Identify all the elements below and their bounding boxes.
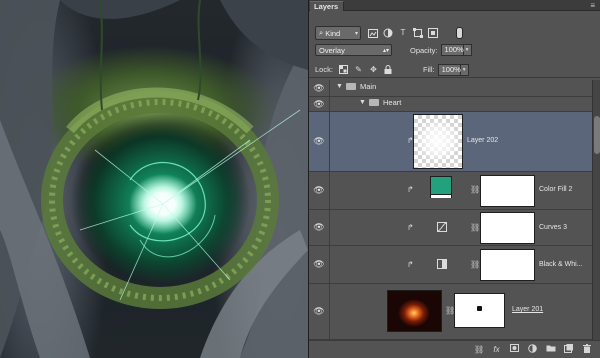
layer-name: Curves 3 [539, 224, 568, 231]
layer-name: Layer 201 [512, 306, 544, 313]
chevron-down-icon: ▴▾ [382, 47, 389, 54]
layer-row-main[interactable]: 👁 ▼ Main [309, 80, 592, 97]
folder-icon [369, 99, 379, 106]
layer-list: 👁 ▼ Main 👁 ▼ Heart 👁 ↱ Layer 202 👁 ↱ ⛓ C… [309, 80, 592, 340]
opacity-label: Opacity: [410, 45, 438, 55]
layer-mask-thumbnail[interactable] [480, 175, 535, 207]
new-layer-icon[interactable] [564, 343, 573, 356]
layer-row-layer-201[interactable]: 👁 ⛓ Layer 201 [309, 284, 592, 340]
layer-mask-thumbnail[interactable] [480, 212, 535, 244]
layer-row-color-fill-2[interactable]: 👁 ↱ ⛓ Color Fill 2 [309, 172, 592, 210]
lock-position-icon[interactable]: ✥ [369, 65, 378, 74]
link-icon[interactable]: ⛓ [470, 223, 480, 232]
layer-row-curves-3[interactable]: 👁 ↱ ⛓ Curves 3 [309, 210, 592, 246]
tab-layers[interactable]: Layers [310, 1, 345, 11]
fill-input[interactable]: 100% [437, 63, 461, 76]
layer-name: Color Fill 2 [539, 186, 573, 193]
scrollbar-thumb[interactable] [594, 116, 600, 154]
eye-icon[interactable]: 👁 [309, 112, 330, 171]
adjustment-icon[interactable] [528, 343, 537, 356]
smart-object-filter-icon[interactable] [428, 28, 438, 38]
opacity-dropdown-icon[interactable]: ▾ [463, 44, 472, 56]
pixel-filter-icon[interactable] [368, 28, 378, 38]
layer-name: Main [360, 82, 377, 91]
layer-name: Heart [383, 98, 402, 107]
lock-image-pixels-icon[interactable]: ✎ [354, 65, 363, 74]
folder-icon [346, 83, 356, 90]
layer-row-layer-202[interactable]: 👁 ↱ Layer 202 [309, 112, 592, 172]
lock-transparent-pixels-icon[interactable] [338, 65, 348, 74]
layer-list-scrollbar[interactable] [592, 80, 600, 340]
layer-name: Layer 202 [467, 137, 499, 144]
eye-icon[interactable]: 👁 [309, 172, 330, 209]
filter-toggle[interactable] [456, 27, 463, 39]
layer-filter-row: ⌕ Kind ▾ T [309, 22, 600, 44]
clipping-arrow-icon: ↱ [407, 185, 414, 194]
fx-icon[interactable]: fx [492, 345, 501, 355]
layers-panel: Layers ≡ ⌕ Kind ▾ T Overlay ▴▾ Opacity: … [308, 0, 600, 358]
mask-icon[interactable] [510, 344, 519, 355]
blend-mode-select[interactable]: Overlay ▴▾ [315, 44, 392, 56]
lock-label: Lock: [315, 65, 333, 74]
link-icon[interactable]: ⛓ [470, 185, 480, 194]
clipping-arrow-icon: ↱ [407, 260, 414, 269]
layers-bottom-toolbar: ⛓ fx [309, 340, 600, 358]
opacity-input[interactable]: 100% [440, 44, 464, 56]
chevron-down-icon: ▾ [354, 30, 358, 37]
layer-name: Black & Whi... [539, 261, 583, 268]
eye-icon[interactable]: 👁 [309, 80, 330, 96]
lock-all-icon[interactable] [384, 65, 393, 74]
blend-row: Overlay ▴▾ Opacity: 100% ▾ [309, 42, 600, 58]
trash-icon[interactable] [582, 343, 591, 356]
layer-mask-thumbnail[interactable] [480, 249, 535, 281]
color-fill-swatch[interactable] [430, 176, 452, 198]
link-icon[interactable]: ⛓ [474, 345, 484, 355]
expand-triangle-icon[interactable]: ▼ [359, 99, 366, 106]
layer-thumbnail[interactable] [413, 114, 463, 169]
eye-icon[interactable]: 👁 [309, 284, 330, 339]
layer-row-heart[interactable]: 👁 ▼ Heart [309, 97, 592, 112]
eye-icon[interactable]: 👁 [309, 246, 330, 283]
lock-row: Lock: ✎ ✥ Fill: 100% ▾ [309, 62, 600, 78]
curves-adjustment-icon[interactable] [437, 222, 447, 232]
fill-label: Fill: [422, 65, 435, 74]
adjustment-filter-icon[interactable] [383, 28, 393, 38]
layer-thumbnail[interactable] [387, 290, 442, 332]
layer-mask-thumbnail[interactable] [454, 293, 505, 328]
layer-row-black-white[interactable]: 👁 ↱ ⛓ Black & Whi... [309, 246, 592, 284]
document-canvas[interactable] [0, 0, 308, 358]
eye-icon[interactable]: 👁 [309, 210, 330, 245]
panel-header: Layers ≡ [309, 0, 600, 11]
search-icon: ⌕ [319, 28, 324, 37]
blend-mode-value: Overlay [319, 45, 345, 55]
artwork [0, 0, 308, 358]
fill-dropdown-icon[interactable]: ▾ [460, 63, 469, 76]
eye-icon[interactable]: 👁 [309, 97, 330, 111]
link-icon[interactable]: ⛓ [470, 260, 480, 269]
filter-kind-select[interactable]: ⌕ Kind ▾ [315, 26, 361, 40]
shape-filter-icon[interactable] [413, 28, 423, 38]
type-filter-icon[interactable]: T [398, 28, 408, 38]
panel-menu-icon[interactable]: ≡ [590, 1, 595, 10]
folder-icon[interactable] [546, 344, 556, 355]
expand-triangle-icon[interactable]: ▼ [336, 83, 343, 90]
black-white-adjustment-icon[interactable] [437, 259, 447, 269]
filter-kind-label: Kind [325, 28, 341, 38]
clipping-arrow-icon: ↱ [407, 223, 414, 232]
